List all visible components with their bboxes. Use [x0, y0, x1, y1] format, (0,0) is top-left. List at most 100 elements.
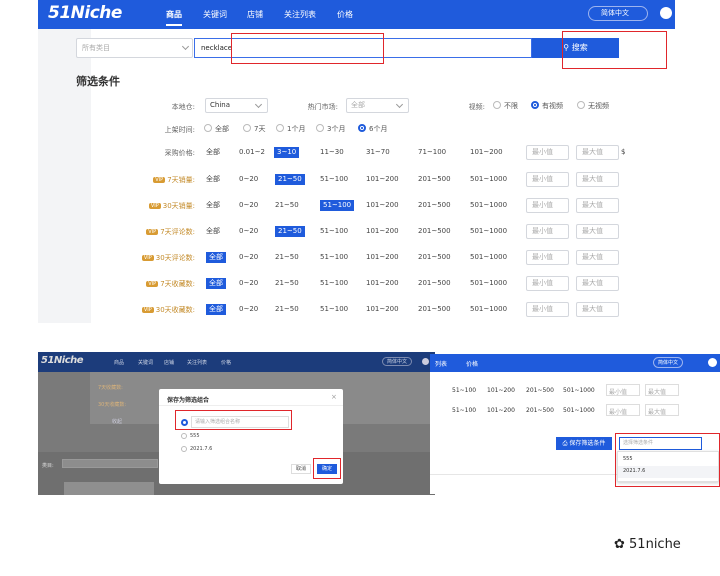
- max-input[interactable]: 最大值: [576, 250, 619, 265]
- cancel-button[interactable]: 取消: [291, 464, 311, 474]
- time-opt-all[interactable]: 全部: [204, 124, 229, 134]
- time-opt-3m[interactable]: 3个月: [316, 124, 345, 134]
- market-select[interactable]: 全部: [346, 98, 409, 113]
- max-input[interactable]: 最大值: [576, 302, 619, 317]
- max-input[interactable]: 最大值: [576, 198, 619, 213]
- filter-opt[interactable]: 21~50: [275, 200, 299, 211]
- filter-opt[interactable]: 201~500: [526, 387, 554, 394]
- nav-item-shops[interactable]: 店铺: [247, 9, 263, 20]
- filter-opt-selected[interactable]: 全部: [206, 304, 226, 315]
- filter-opt[interactable]: 0~20: [239, 252, 258, 263]
- nav-item-follow-list[interactable]: 关注列表: [284, 9, 316, 20]
- nav-item-products[interactable]: 商品: [166, 9, 182, 26]
- origin-select[interactable]: China: [205, 98, 268, 113]
- min-input[interactable]: 最小值: [526, 250, 569, 265]
- filter-opt-selected[interactable]: 全部: [206, 252, 226, 263]
- filter-opt[interactable]: 101~200: [366, 252, 399, 263]
- filter-opt-selected[interactable]: 21~50: [275, 174, 305, 185]
- filter-opt[interactable]: 全部: [206, 200, 220, 211]
- language-select[interactable]: 简体中文: [588, 6, 648, 21]
- time-opt-1m[interactable]: 1个月: [276, 124, 305, 134]
- filter-opt[interactable]: 101~200: [366, 226, 399, 237]
- nav-item-keywords[interactable]: 关键词: [203, 9, 227, 20]
- price-opt-selected[interactable]: 3~10: [274, 147, 300, 158]
- video-opt-any[interactable]: 不限: [493, 101, 518, 111]
- nav-item-products[interactable]: 商品: [114, 359, 124, 366]
- filter-opt[interactable]: 501~1000: [470, 252, 507, 263]
- price-max-input[interactable]: 最大值: [576, 145, 619, 160]
- nav-item-price[interactable]: 价格: [337, 9, 353, 20]
- filter-opt[interactable]: 51~100: [320, 252, 348, 263]
- filter-opt[interactable]: 0~20: [239, 174, 258, 185]
- filter-opt[interactable]: 51~100: [320, 278, 348, 289]
- nav-item-price[interactable]: 价格: [221, 359, 231, 366]
- dim-category-select[interactable]: [62, 459, 158, 468]
- filter-opt[interactable]: 101~200: [487, 407, 515, 414]
- filter-opt[interactable]: 51~100: [320, 304, 348, 315]
- language-select[interactable]: 简体中文: [653, 357, 684, 368]
- price-opt[interactable]: 71~100: [418, 147, 446, 158]
- filter-opt-selected[interactable]: 全部: [206, 278, 226, 289]
- dim-collapse-link[interactable]: 收起: [112, 418, 122, 425]
- filter-opt[interactable]: 101~200: [366, 200, 399, 211]
- max-input[interactable]: 最大值: [576, 172, 619, 187]
- price-min-input[interactable]: 最小值: [526, 145, 569, 160]
- radio-icon[interactable]: [181, 446, 187, 452]
- filter-opt[interactable]: 501~1000: [470, 200, 507, 211]
- filter-opt[interactable]: 201~500: [418, 278, 451, 289]
- filter-opt[interactable]: 101~200: [366, 278, 399, 289]
- price-opt[interactable]: 101~200: [470, 147, 503, 158]
- min-input[interactable]: 最小值: [526, 172, 569, 187]
- filter-opt[interactable]: 101~200: [366, 304, 399, 315]
- price-opt[interactable]: 全部: [206, 147, 220, 158]
- nav-item-price[interactable]: 价格: [466, 359, 478, 368]
- save-filter-button[interactable]: ⎙ 保存筛选条件: [556, 437, 612, 450]
- filter-opt[interactable]: 全部: [206, 226, 220, 237]
- time-opt-7d[interactable]: 7天: [243, 124, 265, 134]
- filter-opt[interactable]: 101~200: [487, 387, 515, 394]
- max-input[interactable]: 最大值: [645, 384, 679, 396]
- video-opt-has[interactable]: 有视频: [531, 101, 563, 111]
- nav-item-keywords[interactable]: 关键词: [138, 359, 153, 366]
- filter-opt[interactable]: 51~100: [452, 387, 476, 394]
- user-avatar-icon[interactable]: [422, 358, 429, 365]
- filter-opt[interactable]: 501~1000: [470, 174, 507, 185]
- filter-opt[interactable]: 501~1000: [470, 304, 507, 315]
- filter-opt[interactable]: 21~50: [275, 304, 299, 315]
- filter-opt[interactable]: 51~100: [452, 407, 476, 414]
- filter-opt[interactable]: 501~1000: [563, 387, 595, 394]
- filter-opt[interactable]: 201~500: [418, 226, 451, 237]
- time-opt-6m[interactable]: 6个月: [358, 124, 387, 134]
- max-input[interactable]: 最大值: [576, 224, 619, 239]
- filter-opt[interactable]: 0~20: [239, 304, 258, 315]
- filter-opt[interactable]: 201~500: [418, 200, 451, 211]
- filter-opt[interactable]: 501~1000: [563, 407, 595, 414]
- category-select[interactable]: 所有类目: [76, 38, 193, 58]
- filter-opt[interactable]: 51~100: [320, 226, 348, 237]
- user-avatar-icon[interactable]: [660, 7, 672, 19]
- filter-opt[interactable]: 201~500: [526, 407, 554, 414]
- filter-opt[interactable]: 0~20: [239, 200, 258, 211]
- min-input[interactable]: 最小值: [606, 404, 640, 416]
- filter-opt[interactable]: 21~50: [275, 278, 299, 289]
- filter-opt[interactable]: 21~50: [275, 252, 299, 263]
- min-input[interactable]: 最小值: [526, 198, 569, 213]
- video-opt-none[interactable]: 无视频: [577, 101, 609, 111]
- filter-opt[interactable]: 501~1000: [470, 226, 507, 237]
- filter-opt[interactable]: 全部: [206, 174, 220, 185]
- nav-item-follow-list[interactable]: 关注列表: [187, 359, 207, 366]
- filter-opt[interactable]: 201~500: [418, 174, 451, 185]
- filter-opt[interactable]: 0~20: [239, 226, 258, 237]
- user-avatar-icon[interactable]: [708, 358, 717, 367]
- close-icon[interactable]: ×: [331, 393, 337, 401]
- filter-opt[interactable]: 101~200: [366, 174, 399, 185]
- filter-opt-selected[interactable]: 51~100: [320, 200, 355, 211]
- max-input[interactable]: 最大值: [645, 404, 679, 416]
- price-opt[interactable]: 31~70: [366, 147, 390, 158]
- nav-item-list[interactable]: 列表: [435, 359, 447, 368]
- filter-opt[interactable]: 201~500: [418, 252, 451, 263]
- filter-opt-selected[interactable]: 21~50: [275, 226, 305, 237]
- filter-opt[interactable]: 201~500: [418, 304, 451, 315]
- price-opt[interactable]: 0.01~2: [239, 147, 265, 158]
- filter-opt[interactable]: 51~100: [320, 174, 348, 185]
